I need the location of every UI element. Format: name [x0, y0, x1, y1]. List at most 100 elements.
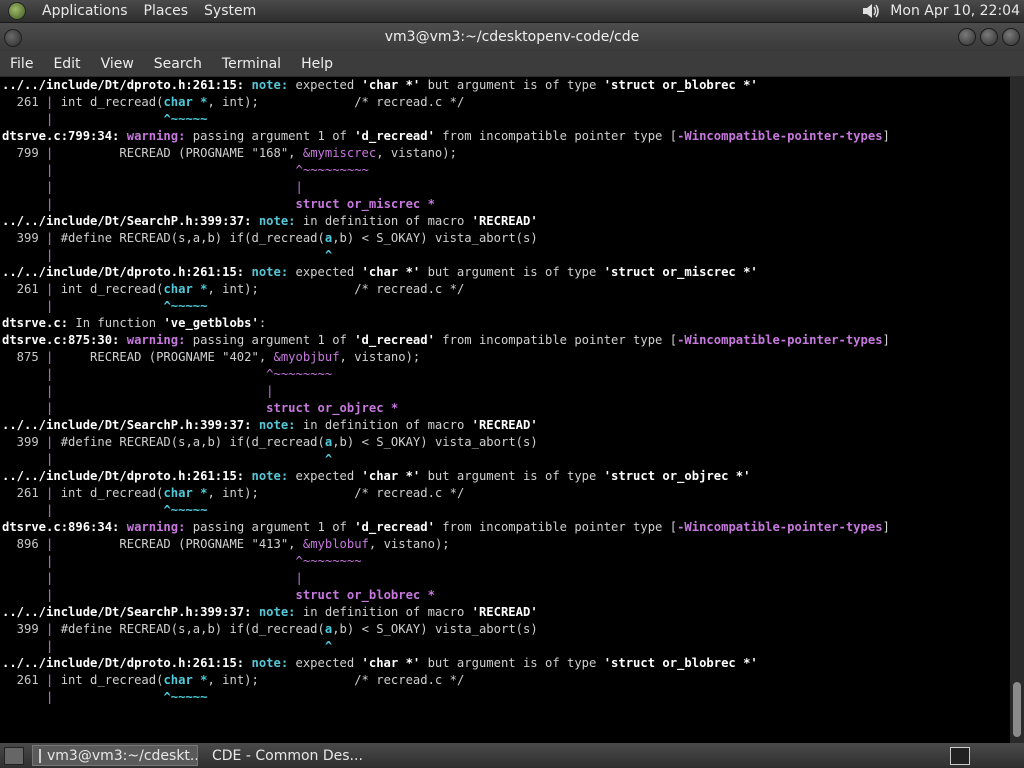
menu-help[interactable]: Help	[291, 56, 343, 72]
terminal-text-segment: 'd_recread'	[354, 520, 435, 534]
menu-file[interactable]: File	[0, 56, 43, 72]
terminal-text-segment: #define RECREAD(s,a,b) if(d_recread(	[53, 231, 325, 245]
applications-menu[interactable]: Applications	[34, 3, 136, 19]
terminal-line: dtsrve.c:799:34: warning: passing argume…	[0, 128, 1010, 145]
terminal-text-segment: 'char *'	[361, 265, 421, 279]
terminal-line: | |	[0, 179, 1010, 196]
menu-terminal[interactable]: Terminal	[212, 56, 291, 72]
terminal-text-segment: note:	[251, 656, 289, 670]
terminal-text-segment: warning:	[126, 333, 186, 347]
terminal-text-segment: 799	[2, 146, 47, 160]
terminal-line: | ^~~~~~	[0, 298, 1010, 315]
taskbar-item-label: vm3@vm3:~/cdeskt...	[47, 747, 198, 764]
terminal-text-segment: ../../include/Dt/dproto.h:261:15:	[2, 78, 245, 92]
menu-edit[interactable]: Edit	[43, 56, 90, 72]
window-menu-icon[interactable]	[4, 29, 22, 47]
terminal-text-segment: #define RECREAD(s,a,b) if(d_recread(	[53, 435, 325, 449]
terminal-text-segment: char *	[163, 95, 208, 109]
menu-search[interactable]: Search	[144, 56, 212, 72]
system-menu[interactable]: System	[196, 3, 264, 19]
terminal-line: | ^	[0, 451, 1010, 468]
speaker-icon[interactable]	[860, 1, 882, 21]
terminal-text-segment: dtsrve.c:896:34:	[2, 520, 120, 534]
terminal-text-segment: ../../include/Dt/SearchP.h:399:37:	[2, 214, 252, 228]
terminal-text-segment: note:	[251, 265, 289, 279]
terminal-text-segment: in definition of macro	[295, 214, 472, 228]
terminal-text-segment: ^~~~~~	[163, 299, 208, 313]
terminal-text-segment: dtsrve.c:	[2, 316, 69, 330]
terminal-text-segment: ]	[882, 520, 890, 534]
terminal-line: dtsrve.c:896:34: warning: passing argume…	[0, 519, 1010, 536]
terminal-line: ../../include/Dt/SearchP.h:399:37: note:…	[0, 604, 1010, 621]
terminal-text-segment: 399	[2, 435, 47, 449]
tray-terminal-icon[interactable]	[950, 746, 970, 765]
terminal-text-segment: 'struct or_miscrec *'	[603, 265, 758, 279]
terminal-line: 261 | int d_recread(char *, int); /* rec…	[0, 672, 1010, 689]
terminal-text-segment: 've_getblobs'	[163, 316, 259, 330]
terminal-text-segment: 'RECREAD'	[471, 605, 538, 619]
terminal-text-segment: ^~~~~~~~~~	[295, 163, 369, 177]
distro-logo-icon[interactable]	[8, 2, 26, 20]
terminal-text-segment: RECREAD (PROGNAME "402",	[53, 350, 274, 364]
terminal-text-segment: char *	[163, 486, 208, 500]
terminal-text-segment: :	[258, 316, 267, 330]
maximize-button[interactable]	[980, 28, 998, 46]
terminal-text-segment: |	[266, 384, 274, 398]
clock[interactable]: Mon Apr 10, 22:04	[890, 3, 1020, 19]
terminal-text-segment: warning:	[126, 520, 186, 534]
terminal-line: 399 | #define RECREAD(s,a,b) if(d_recrea…	[0, 230, 1010, 247]
terminal-line: dtsrve.c:875:30: warning: passing argume…	[0, 332, 1010, 349]
taskbar-item-firefox[interactable]: CDE - Common Des...	[200, 745, 366, 766]
terminal-text-segment: struct or_miscrec *	[295, 197, 435, 211]
terminal-text-segment: , int); /* recread.c */	[207, 282, 465, 296]
terminal-text-segment: , vistano);	[339, 350, 421, 364]
terminal-text-segment: note:	[258, 418, 296, 432]
terminal-text-segment: dtsrve.c:875:30:	[2, 333, 120, 347]
scrollbar-thumb[interactable]	[1013, 682, 1021, 737]
close-button[interactable]	[1002, 28, 1020, 46]
terminal-text-segment: &myobjbuf	[273, 350, 340, 364]
terminal-output[interactable]: ../../include/Dt/dproto.h:261:15: note: …	[0, 77, 1010, 743]
terminal-text-segment: note:	[258, 605, 296, 619]
terminal-line: | ^~~~~~	[0, 502, 1010, 519]
terminal-text-segment: RECREAD (PROGNAME "413",	[53, 537, 303, 551]
terminal-text-segment: int d_recread(	[53, 673, 164, 687]
terminal-line: 261 | int d_recread(char *, int); /* rec…	[0, 485, 1010, 502]
terminal-text-segment: ^~~~~~~~~	[266, 367, 333, 381]
terminal-scrollbar[interactable]	[1010, 77, 1024, 743]
places-menu[interactable]: Places	[136, 3, 197, 19]
terminal-line: | struct or_miscrec *	[0, 196, 1010, 213]
minimize-button[interactable]	[958, 28, 976, 46]
menu-view[interactable]: View	[91, 56, 144, 72]
terminal-text-segment: 'char *'	[361, 78, 421, 92]
terminal-text-segment: -Wincompatible-pointer-types	[677, 520, 883, 534]
taskbar-item-terminal[interactable]: vm3@vm3:~/cdeskt...	[32, 745, 198, 766]
terminal-line: | struct or_blobrec *	[0, 587, 1010, 604]
terminal-text-segment: passing argument 1 of	[185, 129, 355, 143]
terminal-text-segment: ../../include/Dt/dproto.h:261:15:	[2, 469, 245, 483]
terminal-text-segment: 896	[2, 537, 47, 551]
terminal-text-segment: note:	[251, 469, 289, 483]
window-titlebar[interactable]: vm3@vm3:~/cdesktopenv-code/cde	[0, 23, 1024, 51]
show-desktop-icon[interactable]	[4, 746, 24, 765]
terminal-line: | ^~~~~~	[0, 111, 1010, 128]
terminal-text-segment: &myblobuf	[302, 537, 369, 551]
terminal-text-segment: ^~~~~~	[163, 690, 208, 704]
terminal-text-segment: ^	[324, 639, 333, 653]
terminal-line: | struct or_objrec *	[0, 400, 1010, 417]
terminal-text-segment: but argument is of type	[420, 78, 604, 92]
